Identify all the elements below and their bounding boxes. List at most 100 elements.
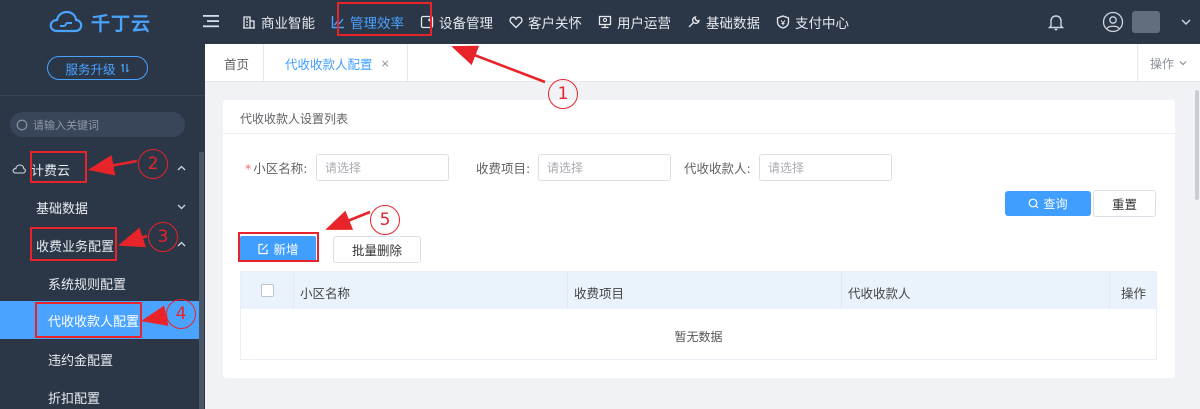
column-divider [293, 272, 294, 309]
sidebar-search-input[interactable]: 请输入关键词 [10, 112, 185, 137]
sidebar-scrollbar[interactable] [199, 152, 204, 409]
nav-item-payment-center[interactable]: 支付中心 [768, 0, 857, 44]
annotation-number-2: 2 [138, 149, 168, 179]
fee-item-select[interactable] [538, 154, 671, 181]
column-header-fee-item: 收费项目 [574, 286, 625, 301]
nav-item-basic-data[interactable]: 基础数据 [679, 0, 768, 44]
user-ops-icon [598, 15, 612, 29]
community-name-select[interactable] [316, 154, 449, 181]
cloud-logo-icon [49, 10, 83, 33]
tab-divider [263, 44, 264, 82]
nav-item-label: 商业智能 [261, 16, 315, 32]
nav-item-business-intelligence[interactable]: 商业智能 [234, 0, 323, 44]
top-bar: 千丁云 商业智能 管理效率 设备管理 客户关怀 用户运营 基础数据 支付中心 [0, 0, 1200, 44]
annotation-number-4: 4 [166, 299, 196, 329]
tab-label: 代收收款人配置 [285, 56, 373, 72]
sidebar-item-label: 收费业务配置 [36, 239, 115, 255]
required-mark: * [245, 161, 252, 176]
nav-item-customer-care[interactable]: 客户关怀 [501, 0, 590, 44]
logo-text: 千丁云 [90, 12, 151, 35]
tab-collection-payee-config[interactable]: 代收收款人配置 × [285, 44, 390, 82]
bell-icon[interactable] [1046, 12, 1066, 32]
tab-operations-dropdown[interactable]: 操作 [1137, 44, 1200, 82]
tab-close-icon[interactable]: × [381, 57, 390, 70]
chevron-down-icon [177, 204, 186, 210]
sidebar-search-placeholder: 请输入关键词 [33, 118, 99, 132]
payee-table: 小区名称 收费项目 代收收款人 操作 暂无数据 [240, 271, 1157, 360]
sidebar-item-label: 计费云 [31, 163, 71, 179]
column-header-actions: 操作 [1121, 286, 1147, 301]
heart-icon [509, 16, 523, 29]
annotation-number-3: 3 [148, 222, 178, 252]
username-blurred[interactable] [1132, 11, 1160, 33]
filter-fee-item-label: 收费项目: [476, 161, 531, 176]
cloud-small-icon [12, 164, 26, 174]
sidebar-item-system-rule-config[interactable]: 系统规则配置 [0, 264, 199, 302]
add-button[interactable]: 新增 [240, 236, 316, 261]
nav-item-label: 设备管理 [439, 16, 493, 32]
top-right-tools [1046, 0, 1200, 44]
menu-toggle-icon[interactable] [202, 12, 220, 30]
nav-item-label: 用户运营 [617, 16, 671, 32]
payee-settings-card: 代收收款人设置列表 *小区名称: 收费项目: 代收收款人: 查询 重置 新增 批… [223, 100, 1175, 378]
column-divider [841, 272, 842, 309]
sidebar-item-label: 代收收款人配置 [48, 314, 140, 330]
content-scrollbar-thumb[interactable] [1195, 90, 1199, 200]
sidebar-item-discount-config[interactable]: 折扣配置 [0, 378, 199, 409]
nav-item-label: 管理效率 [350, 16, 404, 32]
filter-community-label: * 小区名称: [245, 158, 307, 177]
sidebar-item-late-fee-config[interactable]: 违约金配置 [0, 340, 199, 378]
edit-square-icon [258, 243, 269, 254]
chart-line-icon [331, 16, 344, 29]
upgrade-arrow-icon [120, 63, 129, 73]
sidebar-item-label: 违约金配置 [48, 353, 114, 369]
payee-select[interactable] [759, 154, 892, 181]
batch-delete-button[interactable]: 批量删除 [333, 236, 421, 263]
chevron-up-icon [177, 165, 186, 171]
tab-home[interactable]: 首页 [224, 44, 249, 82]
tab-divider [407, 44, 408, 82]
search-icon [16, 119, 28, 130]
nav-item-device-management[interactable]: 设备管理 [412, 0, 501, 44]
content-scrollbar[interactable] [1194, 82, 1200, 409]
nav-item-management-efficiency[interactable]: 管理效率 [323, 0, 412, 44]
annotation-number-5: 5 [370, 205, 400, 235]
batch-delete-label: 批量删除 [351, 243, 402, 258]
chevron-up-icon [177, 241, 186, 247]
annotation-number-1: 1 [548, 79, 578, 109]
nav-item-label: 支付中心 [795, 16, 849, 32]
sidebar-item-label: 基础数据 [36, 201, 89, 217]
sidebar-item-label: 系统规则配置 [48, 277, 127, 293]
filter-payee-label: 代收收款人: [684, 161, 751, 176]
nav-item-label: 基础数据 [706, 16, 760, 32]
tab-label: 首页 [224, 56, 250, 72]
user-avatar-icon[interactable] [1102, 11, 1124, 33]
card-divider [223, 133, 1175, 134]
column-header-payee: 代收收款人 [848, 286, 911, 301]
chevron-down-icon[interactable] [1180, 16, 1192, 28]
logo[interactable]: 千丁云 [0, 0, 200, 44]
column-divider [567, 272, 568, 309]
sidebar-item-billing-cloud[interactable]: 计费云 [0, 150, 199, 188]
search-icon [1029, 198, 1039, 209]
shield-pay-icon [776, 15, 790, 29]
sidebar-item-basic-data[interactable]: 基础数据 [0, 188, 199, 226]
reset-button-label: 重置 [1111, 197, 1137, 212]
sidebar-item-label: 折扣配置 [48, 391, 101, 407]
query-button-label: 查询 [1043, 197, 1068, 211]
reset-button[interactable]: 重置 [1093, 190, 1156, 217]
service-upgrade-button[interactable]: 服务升级 [47, 56, 148, 80]
building-icon [243, 16, 255, 29]
table-header: 小区名称 收费项目 代收收款人 操作 [241, 272, 1156, 309]
nav-item-user-operations[interactable]: 用户运营 [590, 0, 679, 44]
sidebar-divider [0, 95, 205, 96]
tab-operations-label: 操作 [1149, 56, 1174, 71]
select-all-checkbox[interactable] [261, 284, 274, 297]
chevron-down-icon [1179, 61, 1187, 66]
wrench-icon [688, 16, 700, 28]
card-title: 代收收款人设置列表 [240, 112, 349, 126]
top-nav: 商业智能 管理效率 设备管理 客户关怀 用户运营 基础数据 支付中心 [234, 0, 857, 44]
column-header-community: 小区名称 [300, 286, 351, 301]
query-button[interactable]: 查询 [1005, 191, 1091, 216]
device-icon [420, 15, 434, 29]
